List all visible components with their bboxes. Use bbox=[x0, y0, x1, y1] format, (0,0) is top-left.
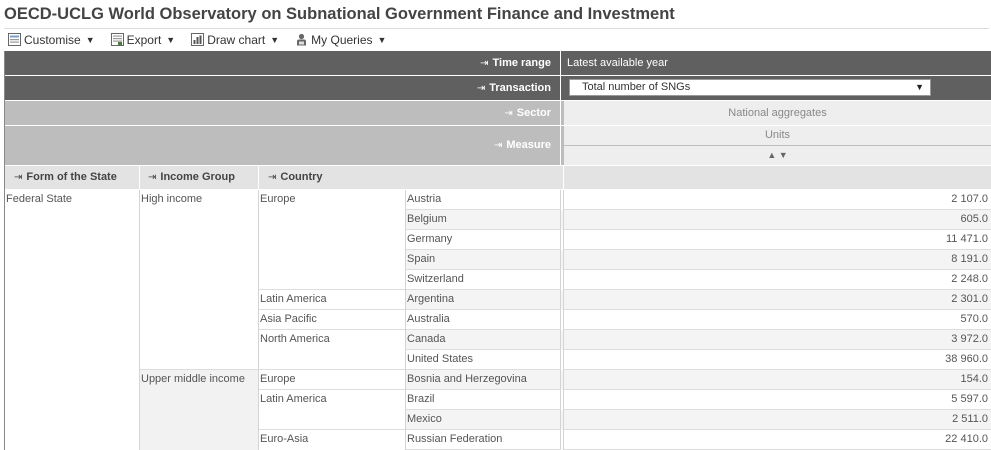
measure-dimension[interactable]: ⇥ Measure bbox=[5, 126, 560, 165]
divider bbox=[560, 76, 564, 100]
export-button[interactable]: Export ▼ bbox=[110, 32, 176, 47]
measure-label: Measure bbox=[506, 139, 551, 151]
country-cell: Bosnia and Herzegovina bbox=[406, 370, 561, 390]
value-cell: 154.0 bbox=[564, 370, 991, 390]
value-cell: 5 597.0 bbox=[564, 390, 991, 410]
column-country[interactable]: ⇥ Country bbox=[268, 166, 323, 189]
value-cell: 2 511.0 bbox=[564, 410, 991, 430]
sector-dimension[interactable]: ⇥ Sector bbox=[5, 101, 560, 126]
transaction-selected-value: Total number of SNGs bbox=[582, 81, 691, 93]
sector-row: ⇥ Sector National aggregates bbox=[5, 101, 991, 125]
divider bbox=[258, 166, 259, 189]
export-label: Export bbox=[126, 32, 162, 47]
time-range-dimension[interactable]: ⇥ Time range bbox=[5, 51, 560, 76]
page-title: OECD-UCLG World Observatory on Subnation… bbox=[4, 5, 675, 23]
column-label: Income Group bbox=[160, 171, 235, 183]
export-icon bbox=[110, 33, 124, 46]
value-cell: 22 410.0 bbox=[564, 430, 991, 450]
value-cell: 11 471.0 bbox=[564, 230, 991, 250]
measure-value: Units bbox=[564, 126, 991, 145]
pin-icon: ⇥ bbox=[480, 58, 489, 69]
value-cell: 8 191.0 bbox=[564, 250, 991, 270]
value-cell: 605.0 bbox=[564, 210, 991, 230]
pin-icon: ⇥ bbox=[268, 172, 277, 183]
form-of-state-cell: Federal State bbox=[6, 193, 73, 205]
measure-row: ⇥ Measure Units ▲ ▼ bbox=[5, 126, 991, 165]
region-cell: Euro-Asia bbox=[260, 433, 309, 445]
value-cell: 2 301.0 bbox=[564, 290, 991, 310]
sector-value: National aggregates bbox=[564, 101, 991, 125]
customise-label: Customise bbox=[24, 32, 81, 47]
country-cell: Mexico bbox=[406, 410, 561, 430]
income-group-cell: High income bbox=[140, 190, 258, 370]
value-cell: 570.0 bbox=[564, 310, 991, 330]
data-table: ⇥ Time range Latest available year ⇥ Trans… bbox=[4, 51, 991, 450]
sector-label: Sector bbox=[516, 107, 551, 119]
country-cell: Spain bbox=[406, 250, 561, 270]
chevron-down-icon: ▼ bbox=[377, 34, 387, 45]
country-cell: Argentina bbox=[406, 290, 561, 310]
chevron-down-icon: ▼ bbox=[85, 34, 95, 45]
pin-icon: ⇥ bbox=[476, 83, 486, 94]
column-label: Form of the State bbox=[26, 171, 117, 183]
value-cell: 2 248.0 bbox=[564, 270, 991, 290]
transaction-select[interactable]: Total number of SNGs ▼ bbox=[569, 79, 931, 96]
sort-control[interactable]: ▲ ▼ bbox=[564, 146, 991, 165]
pin-icon: ⇥ bbox=[493, 140, 503, 151]
customise-button[interactable]: Customise ▼ bbox=[8, 33, 95, 47]
my-queries-button[interactable]: My Queries ▼ bbox=[295, 33, 386, 47]
time-range-row: ⇥ Time range Latest available year bbox=[5, 51, 991, 75]
pin-icon: ⇥ bbox=[148, 172, 157, 183]
country-cell: Canada bbox=[406, 330, 561, 350]
value-cell: 3 972.0 bbox=[564, 330, 991, 350]
table-body: Federal State High income Upper middle i… bbox=[5, 190, 991, 450]
country-cell: Belgium bbox=[406, 210, 561, 230]
country-cell: Russian Federation bbox=[406, 430, 561, 450]
chart-icon bbox=[191, 33, 205, 46]
region-cell: Europe bbox=[259, 190, 405, 290]
transaction-label: Transaction bbox=[489, 82, 551, 94]
time-range-label: Time range bbox=[492, 57, 552, 69]
user-icon bbox=[297, 33, 307, 46]
column-label: Country bbox=[280, 171, 323, 183]
country-cell: Brazil bbox=[406, 390, 561, 410]
column-income-group[interactable]: ⇥ Income Group bbox=[148, 166, 235, 189]
column-header-row: ⇥ Form of the State ⇥ Income Group ⇥ Countr… bbox=[5, 166, 991, 189]
my-queries-label: My Queries bbox=[311, 32, 373, 47]
chevron-down-icon: ▼ bbox=[270, 34, 280, 45]
country-cell: Austria bbox=[406, 190, 561, 210]
transaction-dimension[interactable]: ⇥ Transaction bbox=[5, 76, 560, 101]
sort-ascending-icon[interactable]: ▲ bbox=[767, 150, 776, 160]
income-group-cell: Upper middle income bbox=[140, 370, 258, 450]
value-cell: 2 107.0 bbox=[564, 190, 991, 210]
divider bbox=[563, 166, 564, 189]
customise-icon bbox=[8, 33, 21, 46]
country-cell: United States bbox=[406, 350, 561, 370]
country-cell: Germany bbox=[406, 230, 561, 250]
region-cell: Asia Pacific bbox=[259, 310, 405, 330]
chevron-down-icon: ▼ bbox=[166, 34, 176, 45]
region-cell: North America bbox=[259, 330, 405, 370]
draw-chart-label: Draw chart bbox=[207, 32, 266, 47]
region-cell: Latin America bbox=[259, 290, 405, 310]
chevron-down-icon: ▼ bbox=[915, 82, 924, 92]
toolbar: Customise ▼ Export ▼ Draw chart ▼ My Que… bbox=[4, 28, 989, 50]
pin-icon: ⇥ bbox=[14, 172, 23, 183]
pin-icon: ⇥ bbox=[504, 108, 513, 119]
transaction-row: ⇥ Transaction Total number of SNGs ▼ bbox=[5, 76, 991, 100]
region-cell: Latin America bbox=[259, 390, 405, 430]
time-range-value: Latest available year bbox=[567, 57, 668, 69]
value-cell: 38 960.0 bbox=[564, 350, 991, 370]
divider bbox=[139, 166, 140, 189]
column-form-of-state[interactable]: ⇥ Form of the State bbox=[14, 166, 117, 189]
sort-descending-icon[interactable]: ▼ bbox=[779, 150, 788, 160]
country-cell: Australia bbox=[406, 310, 561, 330]
country-cell: Switzerland bbox=[406, 270, 561, 290]
region-cell: Europe bbox=[259, 370, 405, 390]
draw-chart-button[interactable]: Draw chart ▼ bbox=[191, 33, 279, 47]
